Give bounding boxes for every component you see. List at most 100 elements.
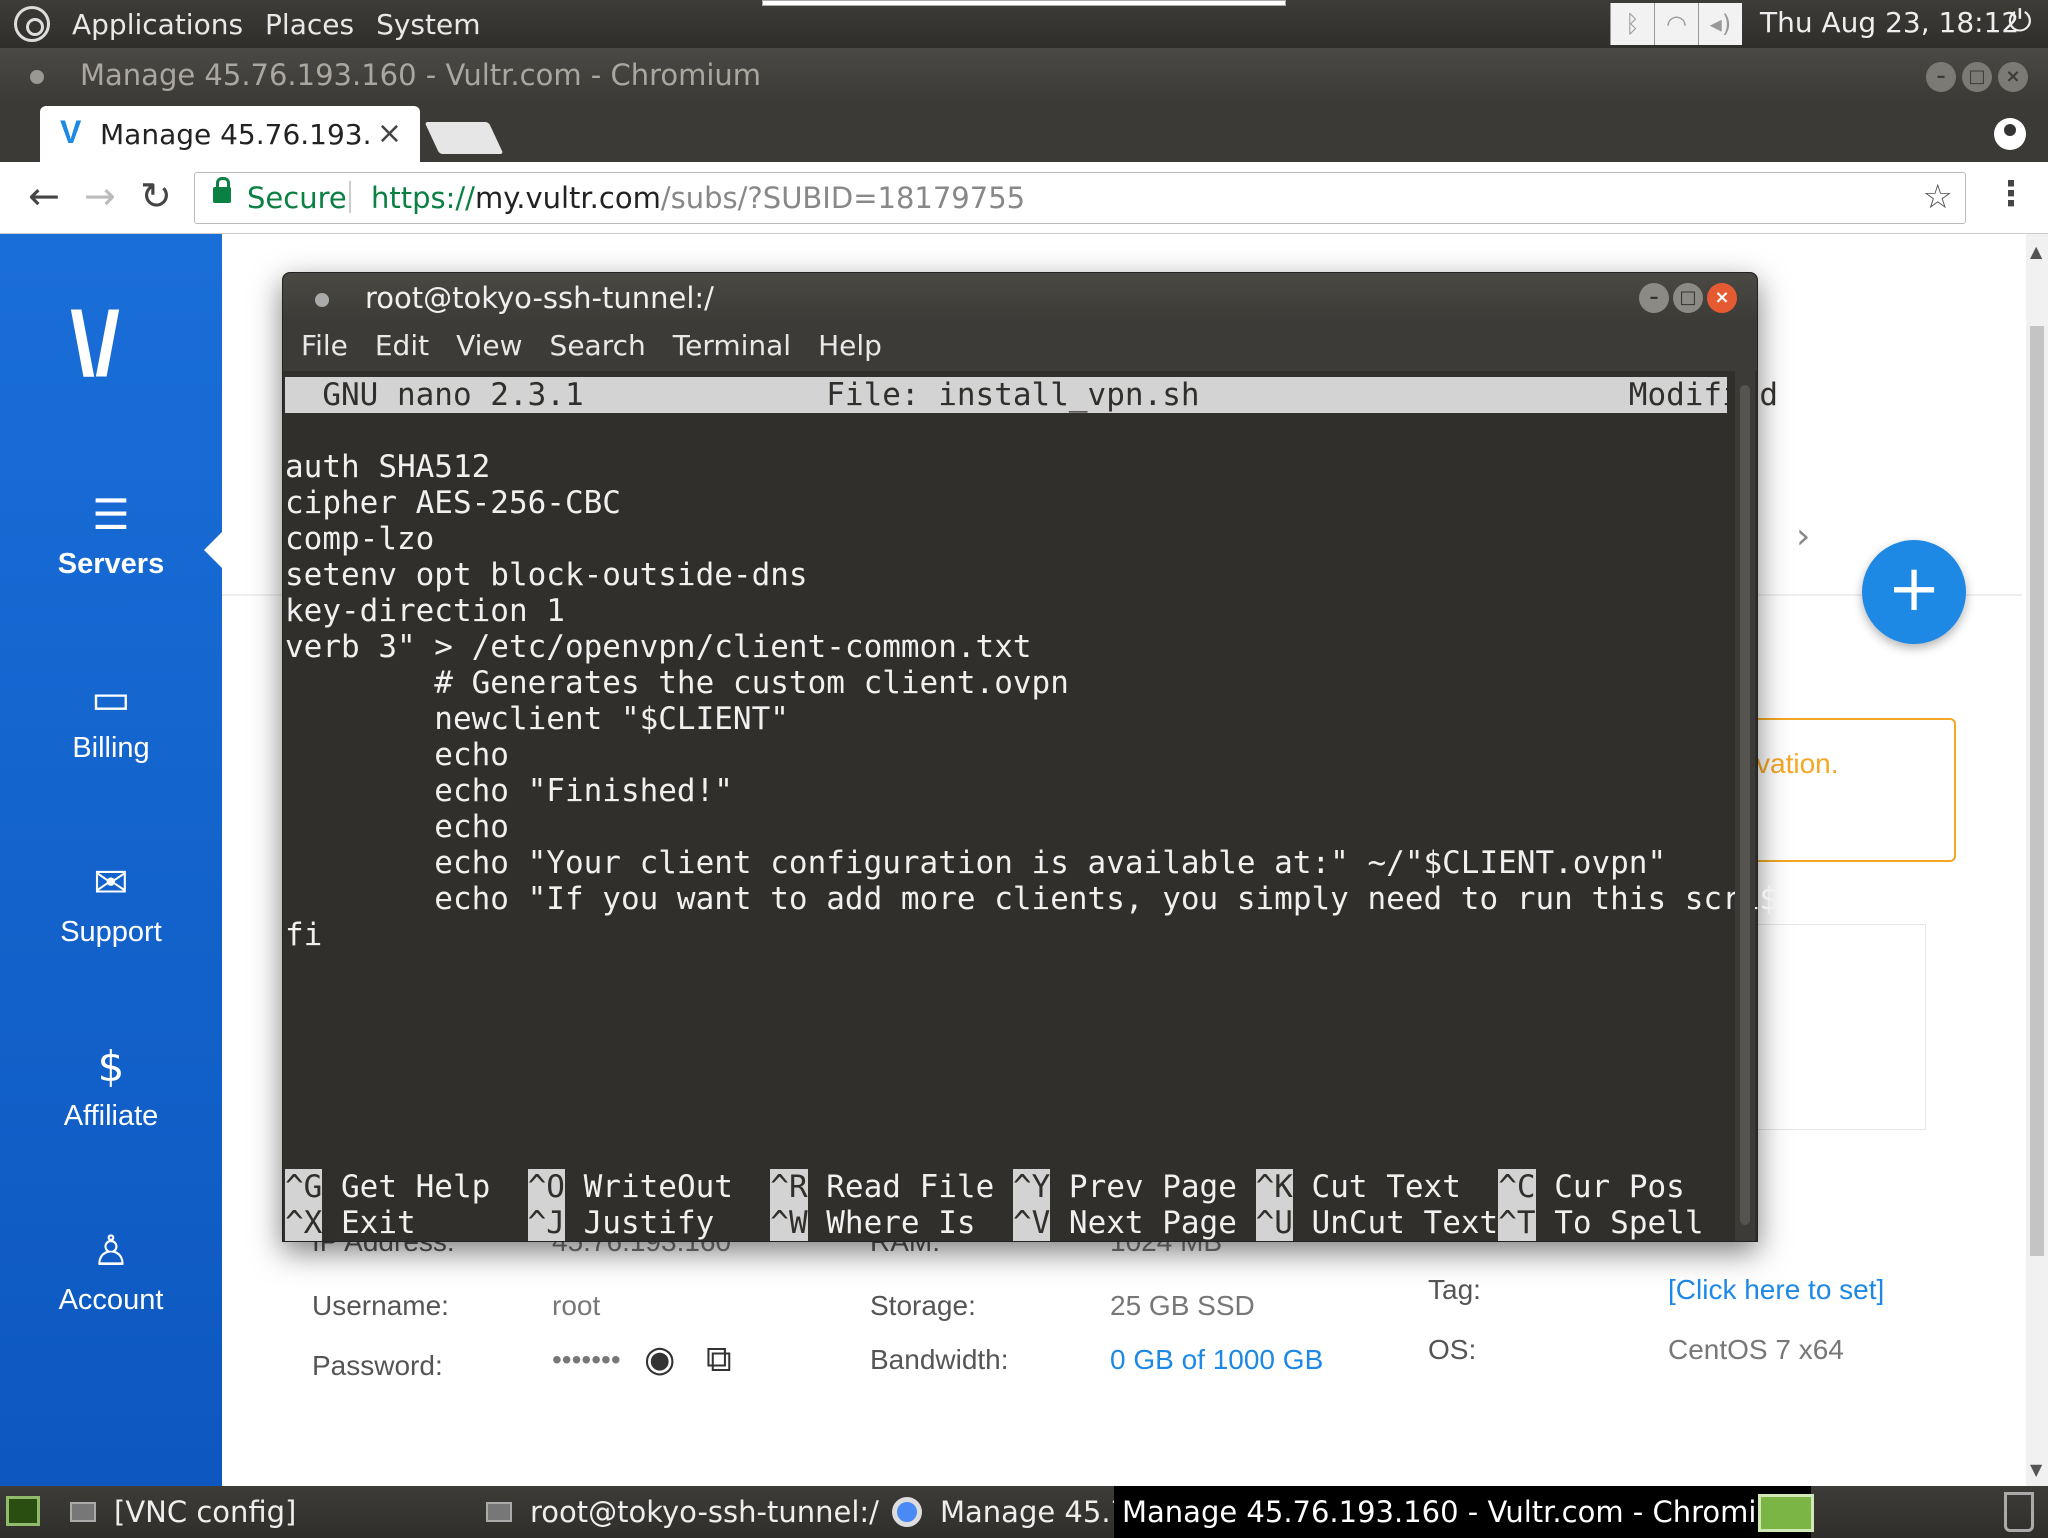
applications-menu[interactable]: Applications — [72, 8, 243, 41]
bandwidth-link[interactable]: 0 GB of 1000 GB — [1110, 1344, 1323, 1376]
terminal-title: root@tokyo-ssh-tunnel:/ — [365, 281, 714, 315]
sidebar-item-affiliate[interactable]: $ Affiliate — [0, 1042, 222, 1133]
browser-toolbar: ← → ↻ Secure https://my.vultr.com/subs/?… — [0, 162, 2048, 234]
forward-icon[interactable]: → — [84, 174, 116, 218]
show-password-eye-icon[interactable]: ◉ — [644, 1338, 675, 1380]
editor-line[interactable]: key-direction 1 — [285, 593, 565, 629]
maximize-button[interactable]: □ — [1962, 62, 1992, 92]
shortcut-label: Cut Text — [1292, 1169, 1499, 1205]
shortcut-label: Cur Pos — [1535, 1169, 1685, 1205]
username-label: Username: — [312, 1290, 449, 1321]
shortcut-key: ^R — [770, 1169, 808, 1205]
password-label: Password: — [312, 1350, 443, 1381]
workspace-switcher[interactable] — [1758, 1494, 1814, 1532]
os-label: OS: — [1428, 1334, 1477, 1365]
taskbar-terminal[interactable]: root@tokyo-ssh-tunnel:/ — [486, 1486, 879, 1538]
url-text[interactable]: https://my.vultr.com/subs/?SUBID=1817975… — [371, 181, 1025, 215]
shortcut-label: Next Page — [1050, 1205, 1256, 1241]
active-indicator — [204, 530, 224, 570]
secure-label[interactable]: Secure — [247, 181, 347, 215]
editor-line[interactable]: echo "Finished!" — [285, 773, 733, 809]
nano-header: GNU nano 2.3.1 File: install_vpn.sh Modi… — [285, 377, 1779, 413]
servers-icon: ☰ — [92, 490, 130, 539]
terminal-titlebar[interactable]: root@tokyo-ssh-tunnel:/ – □ × — [283, 273, 1757, 325]
editor-line[interactable]: echo — [285, 809, 509, 845]
editor-line[interactable]: comp-lzo — [285, 521, 434, 557]
new-tab-button[interactable] — [424, 122, 504, 154]
minimize-button[interactable]: – — [1926, 62, 1956, 92]
address-bar[interactable]: Secure https://my.vultr.com/subs/?SUBID=… — [194, 172, 1966, 224]
editor-line[interactable]: setenv opt block-outside-dns — [285, 557, 808, 593]
bluetooth-icon[interactable]: ᛒ — [1610, 3, 1654, 45]
reload-icon[interactable]: ↻ — [140, 174, 172, 218]
editor-line[interactable]: cipher AES-256-CBC — [285, 485, 621, 521]
menu-edit[interactable]: Edit — [375, 329, 429, 371]
menu-terminal[interactable]: Terminal — [673, 329, 791, 371]
sidebar-item-servers[interactable]: ☰ Servers — [0, 490, 222, 581]
bookmark-star-icon[interactable]: ☆ — [1923, 177, 1953, 217]
editor-line[interactable]: verb 3" > /etc/openvpn/client-common.txt — [285, 629, 1032, 665]
editor-line[interactable]: echo — [285, 737, 509, 773]
system-menu[interactable]: System — [376, 8, 480, 41]
terminal-maximize-button[interactable]: □ — [1673, 283, 1703, 313]
sidebar-item-billing[interactable]: ▭ Billing — [0, 674, 222, 765]
wifi-icon[interactable]: ◠ — [1654, 3, 1698, 45]
back-icon[interactable]: ← — [28, 174, 60, 218]
tag-set-link[interactable]: [Click here to set] — [1668, 1274, 1884, 1306]
terminal-menu-icon[interactable] — [315, 293, 329, 307]
top-panel: Applications Places System ᛒ ◠ ◂) Thu Au… — [0, 0, 2048, 48]
panel-applet — [762, 0, 1286, 6]
vultr-logo[interactable]: \/ — [70, 294, 120, 397]
copy-password-icon[interactable]: ⧉ — [706, 1338, 732, 1381]
scroll-thumb[interactable] — [2030, 326, 2044, 1256]
tab-vultr[interactable]: V Manage 45.76.193.1 × — [40, 106, 420, 162]
trash-icon[interactable] — [2004, 1492, 2034, 1532]
window-titlebar[interactable]: Manage 45.76.193.160 - Vultr.com - Chrom… — [0, 48, 2048, 106]
tag-label: Tag: — [1428, 1274, 1481, 1305]
shortcut-label: Justify — [564, 1205, 771, 1241]
terminal-minimize-button[interactable]: – — [1639, 283, 1669, 313]
chevron-right-icon[interactable]: › — [1796, 516, 1810, 557]
tab-label: Manage 45.76.193.1 — [100, 118, 370, 151]
clock[interactable]: Thu Aug 23, 18:12 — [1760, 6, 2019, 39]
menu-file[interactable]: File — [301, 329, 348, 371]
editor-line[interactable]: echo "Your client configuration is avail… — [285, 845, 1666, 881]
terminal-close-button[interactable]: × — [1707, 283, 1737, 313]
power-icon[interactable]: ⏻ — [2008, 4, 2032, 39]
terminal-window[interactable]: root@tokyo-ssh-tunnel:/ – □ × File Edit … — [282, 272, 1779, 1242]
tab-strip: V Manage 45.76.193.1 × — [0, 106, 2048, 162]
add-server-button[interactable]: + — [1862, 540, 1966, 644]
volume-icon[interactable]: ◂) — [1698, 3, 1742, 45]
editor-line[interactable]: # Generates the custom client.ovpn — [285, 665, 1069, 701]
lock-icon — [213, 177, 231, 203]
editor-line[interactable]: echo "If you want to add more clients, y… — [285, 881, 1778, 917]
window-menu-icon[interactable] — [30, 70, 44, 84]
scroll-down-icon[interactable]: ▼ — [2030, 1460, 2042, 1479]
menu-search[interactable]: Search — [550, 329, 646, 371]
places-menu[interactable]: Places — [265, 8, 354, 41]
sidebar: \/ ☰ Servers ▭ Billing ✉ Support $ Affil… — [0, 234, 224, 1486]
profile-icon[interactable] — [1994, 118, 2026, 150]
show-desktop-icon[interactable] — [6, 1496, 40, 1526]
terminal-scrollbar[interactable] — [1735, 371, 1755, 1241]
tab-close-icon[interactable]: × — [377, 116, 402, 151]
editor-line[interactable]: newclient "$CLIENT" — [285, 701, 789, 737]
sidebar-item-support[interactable]: ✉ Support — [0, 858, 222, 949]
taskbar-chromium[interactable]: Manage 45.7 — [892, 1486, 1129, 1538]
page-scrollbar[interactable]: ▲ ▼ — [2026, 234, 2048, 1486]
taskbar-vnc-config[interactable]: [VNC config] — [70, 1486, 296, 1538]
close-button[interactable]: × — [1998, 62, 2028, 92]
os-value: CentOS 7 x64 — [1668, 1334, 1844, 1365]
editor-line[interactable]: fi — [285, 917, 322, 953]
person-icon: ♙ — [92, 1226, 130, 1275]
mail-icon: ✉ — [93, 858, 129, 907]
scroll-up-icon[interactable]: ▲ — [2030, 242, 2042, 261]
menu-kebab-icon[interactable]: ⋮ — [1994, 174, 2028, 214]
editor-line[interactable]: auth SHA512 — [285, 449, 490, 485]
sidebar-item-account[interactable]: ♙ Account — [0, 1226, 222, 1317]
menu-view[interactable]: View — [456, 329, 522, 371]
menu-help[interactable]: Help — [818, 329, 882, 371]
shortcut-label: Prev Page — [1050, 1169, 1256, 1205]
terminal-body[interactable]: GNU nano 2.3.1 File: install_vpn.sh Modi… — [285, 371, 1779, 1241]
ubuntu-logo-icon[interactable] — [14, 6, 50, 42]
